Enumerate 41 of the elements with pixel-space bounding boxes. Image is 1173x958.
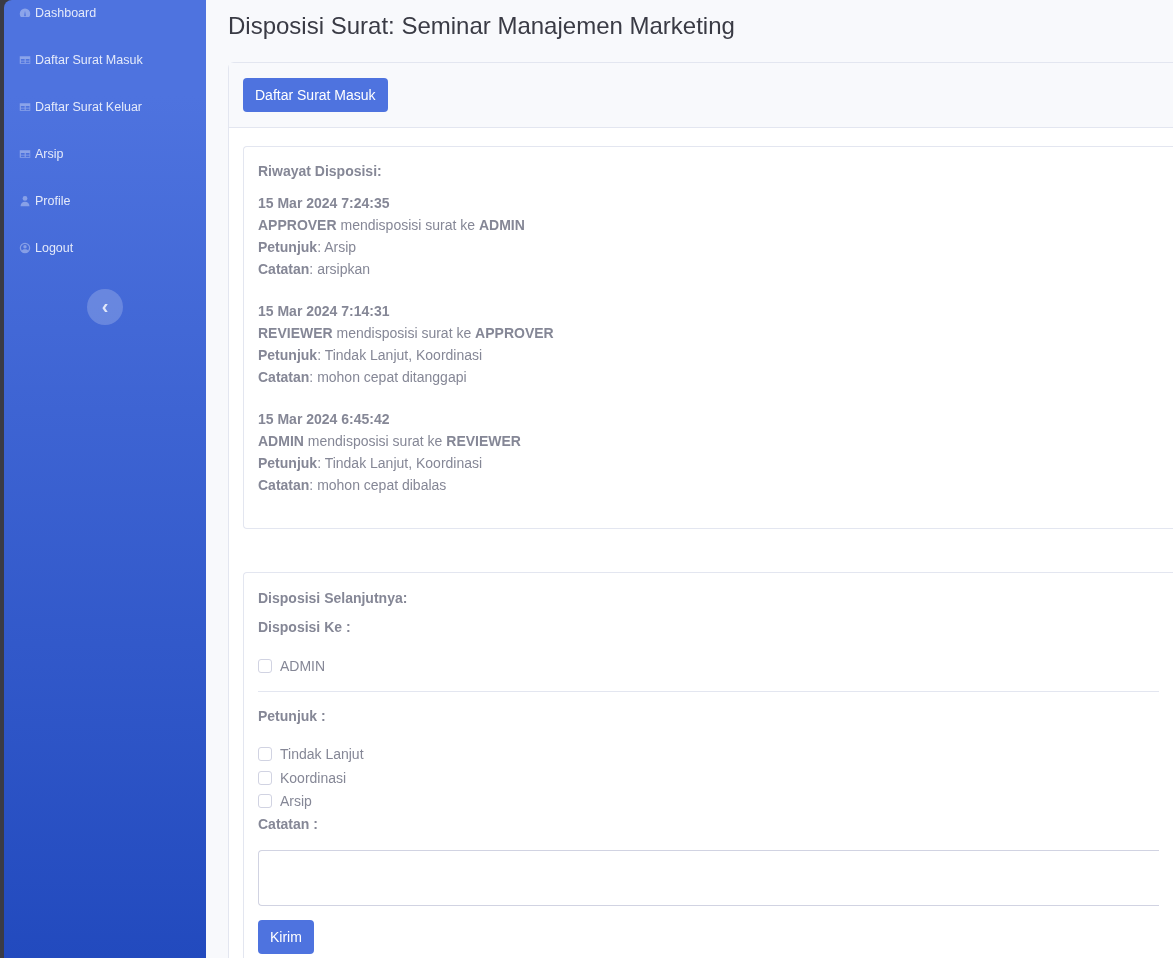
sidebar-item[interactable]: Daftar Surat Masuk (4, 52, 206, 67)
sidebar-toggle-button[interactable]: ‹ (87, 289, 123, 325)
daftar-surat-masuk-button[interactable]: Daftar Surat Masuk (243, 78, 388, 112)
table-icon (19, 100, 31, 113)
field-label: Petunjuk : (258, 707, 327, 724)
history-text: Petunjuk: Tindak Lanjut, Koordinasi (258, 454, 484, 473)
history-text: REVIEWER mendisposisi surat ke APPROVER (258, 324, 555, 343)
checkbox-label[interactable]: Tindak Lanjut (280, 746, 364, 763)
sidebar-item[interactable]: Logout (4, 240, 206, 255)
sidebar-item[interactable]: Daftar Surat Keluar (4, 99, 206, 114)
history-text: APPROVER mendisposisi surat ke ADMIN (258, 216, 526, 235)
table-icon (19, 53, 31, 66)
section-title: Riwayat Disposisi: (258, 163, 383, 179)
kirim-button[interactable]: Kirim (258, 920, 314, 954)
history-text: Catatan: arsipkan (258, 260, 372, 279)
section-title: Disposisi Selanjutnya: (258, 590, 409, 606)
page-title: Disposisi Surat: Seminar Manajemen Marketing (228, 12, 736, 40)
history-time: 15 Mar 2024 7:14:31 (258, 302, 391, 321)
sidebar-item[interactable]: Arsip (4, 146, 206, 161)
history-text: Petunjuk: Tindak Lanjut, Koordinasi (258, 346, 484, 365)
history-text: Petunjuk: Arsip (258, 238, 358, 257)
sidebar-item[interactable]: Profile (4, 193, 206, 208)
history-text: ADMIN mendisposisi surat ke REVIEWER (258, 432, 522, 451)
field-label: Catatan : (258, 816, 319, 832)
checkbox[interactable] (258, 747, 272, 762)
catatan-field[interactable] (258, 850, 1159, 906)
checkbox[interactable] (258, 770, 272, 785)
history-time: 15 Mar 2024 6:45:42 (258, 410, 391, 429)
user-icon (19, 194, 31, 207)
gauge-icon (19, 6, 31, 19)
table-icon (19, 147, 31, 160)
checkbox-label[interactable]: Koordinasi (280, 769, 347, 786)
checkbox[interactable] (258, 658, 272, 673)
history-text: Catatan: mohon cepat ditanggapi (258, 368, 468, 387)
checkbox-label[interactable]: Arsip (280, 793, 312, 810)
field-label: Disposisi Ke : (258, 619, 352, 635)
checkbox-label[interactable]: ADMIN (280, 657, 326, 674)
sidebar-item[interactable]: Dashboard (4, 5, 206, 20)
history-text: Catatan: mohon cepat dibalas (258, 476, 448, 495)
checkbox[interactable] (258, 794, 272, 809)
history-time: 15 Mar 2024 7:24:35 (258, 194, 391, 213)
